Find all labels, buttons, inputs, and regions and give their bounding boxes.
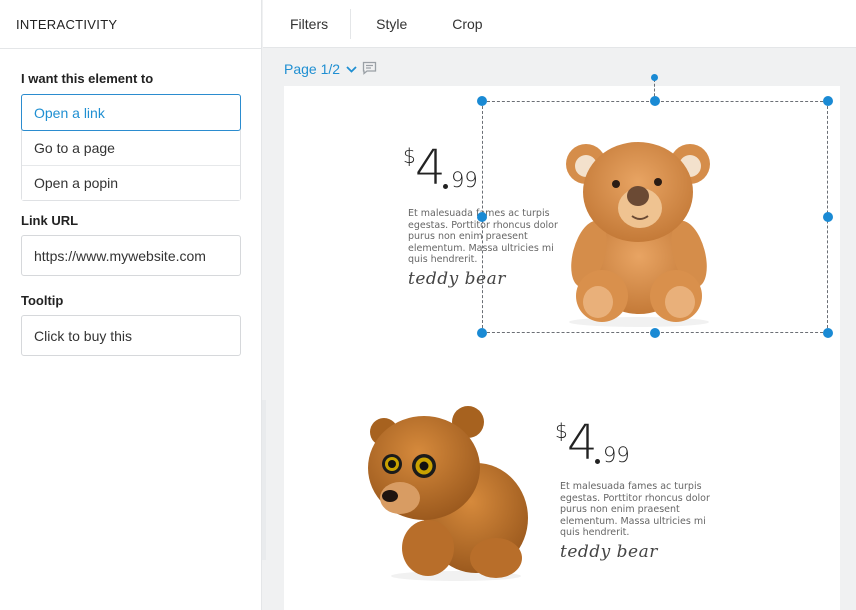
teddy-bear-image-2[interactable] (366, 398, 536, 583)
price-cents: 99 (603, 443, 630, 467)
rotate-handle[interactable] (651, 74, 658, 81)
product-2-name[interactable]: teddy bear (560, 542, 658, 562)
option-open-link[interactable]: Open a link (21, 94, 241, 131)
resize-handle-left[interactable] (477, 212, 487, 222)
price-whole: 4 (415, 140, 446, 196)
decimal-dot (595, 459, 600, 464)
option-open-popin[interactable]: Open a popin (22, 165, 240, 200)
action-label: I want this element to (21, 71, 154, 86)
tooltip-label: Tooltip (21, 293, 64, 308)
price-2[interactable]: $ 4 99 (555, 419, 635, 469)
price-1[interactable]: $ 4 99 (403, 144, 483, 194)
style-button[interactable]: Style (376, 0, 407, 48)
toolbar-divider (350, 8, 352, 39)
top-toolbar: Filters Style Crop (263, 0, 856, 48)
currency-symbol: $ (555, 419, 568, 443)
resize-handle-bottom[interactable] (650, 328, 660, 338)
panel-title: INTERACTIVITY (0, 0, 261, 49)
selection-box[interactable] (482, 101, 828, 333)
page-selector[interactable]: Page 1/2 (284, 61, 357, 77)
price-whole: 4 (567, 415, 598, 471)
crop-button[interactable]: Crop (452, 0, 482, 48)
panel-scrollbar[interactable] (262, 400, 266, 560)
resize-handle-top[interactable] (650, 96, 660, 106)
filters-button[interactable]: Filters (290, 0, 328, 48)
price-cents: 99 (451, 168, 478, 192)
link-url-label: Link URL (21, 213, 79, 228)
resize-handle-top-right[interactable] (823, 96, 833, 106)
page-canvas[interactable]: $ 4 99 Et malesuada fames ac turpis eges… (284, 74, 840, 610)
tooltip-input[interactable] (21, 315, 241, 356)
chevron-down-icon (346, 65, 357, 73)
resize-handle-bottom-left[interactable] (477, 328, 487, 338)
decimal-dot (443, 184, 448, 189)
option-go-to-page[interactable]: Go to a page (22, 130, 240, 165)
resize-handle-bottom-right[interactable] (823, 328, 833, 338)
page-label: Page 1/2 (284, 61, 341, 77)
currency-symbol: $ (403, 144, 416, 168)
link-url-input[interactable] (21, 235, 241, 276)
action-option-list: Open a link Go to a page Open a popin (21, 94, 241, 201)
product-2-description[interactable]: Et malesuada fames ac turpis egestas. Po… (560, 481, 710, 539)
interactivity-panel: INTERACTIVITY I want this element to Ope… (0, 0, 262, 610)
comment-icon[interactable] (362, 61, 377, 80)
resize-handle-top-left[interactable] (477, 96, 487, 106)
resize-handle-right[interactable] (823, 212, 833, 222)
